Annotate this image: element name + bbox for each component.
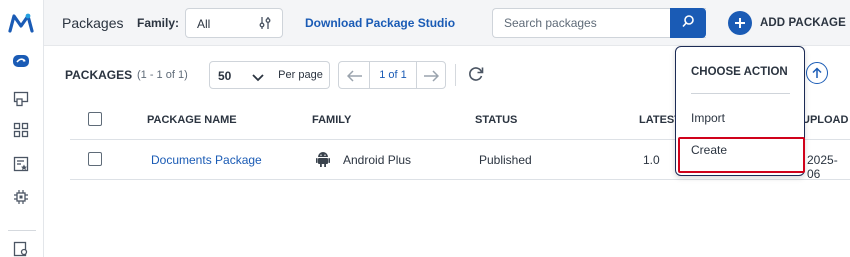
package-family: Android Plus	[343, 153, 412, 167]
tune-icon	[258, 16, 272, 35]
column-header-upload[interactable]: UPLOAD	[802, 114, 848, 126]
per-page-select[interactable]: 50	[209, 61, 273, 89]
column-header-family[interactable]: FAMILY	[312, 114, 351, 126]
family-filter-value: All	[197, 17, 211, 31]
upload-icon[interactable]	[806, 62, 828, 84]
row-checkbox[interactable]	[88, 152, 102, 166]
packages-section-title: PACKAGES	[65, 68, 133, 82]
arrow-left-icon[interactable]	[346, 69, 363, 87]
cloud-sync-icon[interactable]	[12, 52, 30, 70]
star-list-icon[interactable]	[12, 155, 30, 173]
android-icon	[316, 151, 330, 172]
devices-icon[interactable]	[12, 90, 30, 108]
menu-divider	[691, 93, 790, 94]
settings-icon[interactable]	[12, 240, 30, 257]
per-page-value: 50	[218, 69, 232, 83]
top-bar: Packages Family: All Download Package St…	[44, 0, 850, 46]
search-input[interactable]	[504, 9, 674, 37]
grid-icon[interactable]	[12, 121, 30, 139]
left-nav-rail	[0, 0, 44, 257]
page-indicator: 1 of 1	[369, 62, 417, 88]
family-filter-label: Family:	[137, 16, 180, 30]
packages-count: (1 - 1 of 1)	[137, 69, 188, 81]
per-page-label: Per page	[272, 61, 330, 89]
toolbar-divider	[455, 64, 456, 86]
package-name-link[interactable]: Documents Package	[151, 153, 262, 167]
chevron-down-icon	[252, 70, 264, 88]
rail-divider	[8, 230, 36, 231]
package-status: Published	[479, 153, 532, 167]
select-all-checkbox[interactable]	[88, 112, 102, 126]
page-title: Packages	[62, 15, 124, 31]
column-header-package-name[interactable]: PACKAGE NAME	[147, 114, 237, 126]
search-button[interactable]	[670, 8, 706, 38]
menu-item-import[interactable]: Import	[691, 111, 725, 125]
menu-item-create[interactable]: Create	[691, 143, 727, 157]
choose-action-menu: CHOOSE ACTION Import Create	[675, 46, 805, 176]
arrow-right-icon[interactable]	[423, 69, 440, 87]
choose-action-title: CHOOSE ACTION	[691, 66, 788, 78]
chip-icon[interactable]	[12, 188, 30, 206]
add-package-button[interactable]: ADD PACKAGE	[728, 10, 846, 36]
pagination: 1 of 1	[338, 61, 446, 89]
refresh-icon[interactable]	[467, 65, 485, 88]
download-package-studio-link[interactable]: Download Package Studio	[305, 16, 455, 30]
family-filter-select[interactable]: All	[185, 8, 283, 38]
app-logo-icon[interactable]	[8, 12, 36, 34]
plus-icon	[728, 11, 752, 35]
add-package-label: ADD PACKAGE	[760, 17, 846, 29]
search-icon	[681, 14, 695, 33]
package-upload-date: 2025-06	[807, 153, 838, 181]
package-latest-version: 1.0	[643, 153, 660, 167]
column-header-status[interactable]: STATUS	[475, 114, 517, 126]
